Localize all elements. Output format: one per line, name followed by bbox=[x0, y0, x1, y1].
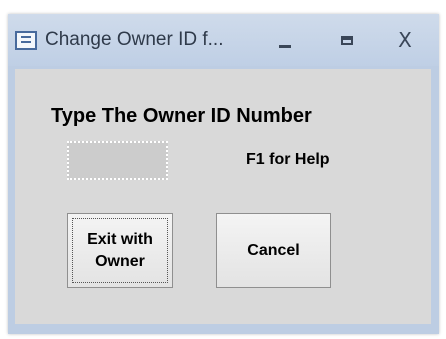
cancel-label: Cancel bbox=[247, 241, 300, 259]
maximize-button[interactable] bbox=[333, 26, 363, 54]
close-button[interactable]: X bbox=[389, 26, 419, 54]
close-icon: X bbox=[398, 28, 412, 52]
form-body: Type The Owner ID Number F1 for Help Exi… bbox=[15, 69, 431, 324]
dialog-window: Change Owner ID f... X Type The Owner ID… bbox=[8, 14, 439, 334]
maximize-icon bbox=[341, 36, 353, 45]
exit-with-owner-button[interactable]: Exit with Owner bbox=[67, 213, 173, 288]
window-title: Change Owner ID f... bbox=[45, 29, 224, 50]
form-icon-line bbox=[21, 41, 31, 43]
prompt-heading: Type The Owner ID Number bbox=[51, 105, 312, 127]
form-icon[interactable] bbox=[15, 31, 37, 50]
cancel-button[interactable]: Cancel bbox=[216, 213, 331, 288]
form-icon-line bbox=[21, 36, 31, 38]
minimize-button[interactable] bbox=[271, 26, 301, 54]
exit-with-owner-label: Exit with Owner bbox=[87, 230, 153, 270]
minimize-icon bbox=[279, 45, 291, 48]
title-bar[interactable]: Change Owner ID f... X bbox=[8, 14, 439, 66]
help-hint: F1 for Help bbox=[246, 151, 330, 168]
owner-id-input[interactable] bbox=[67, 141, 168, 180]
